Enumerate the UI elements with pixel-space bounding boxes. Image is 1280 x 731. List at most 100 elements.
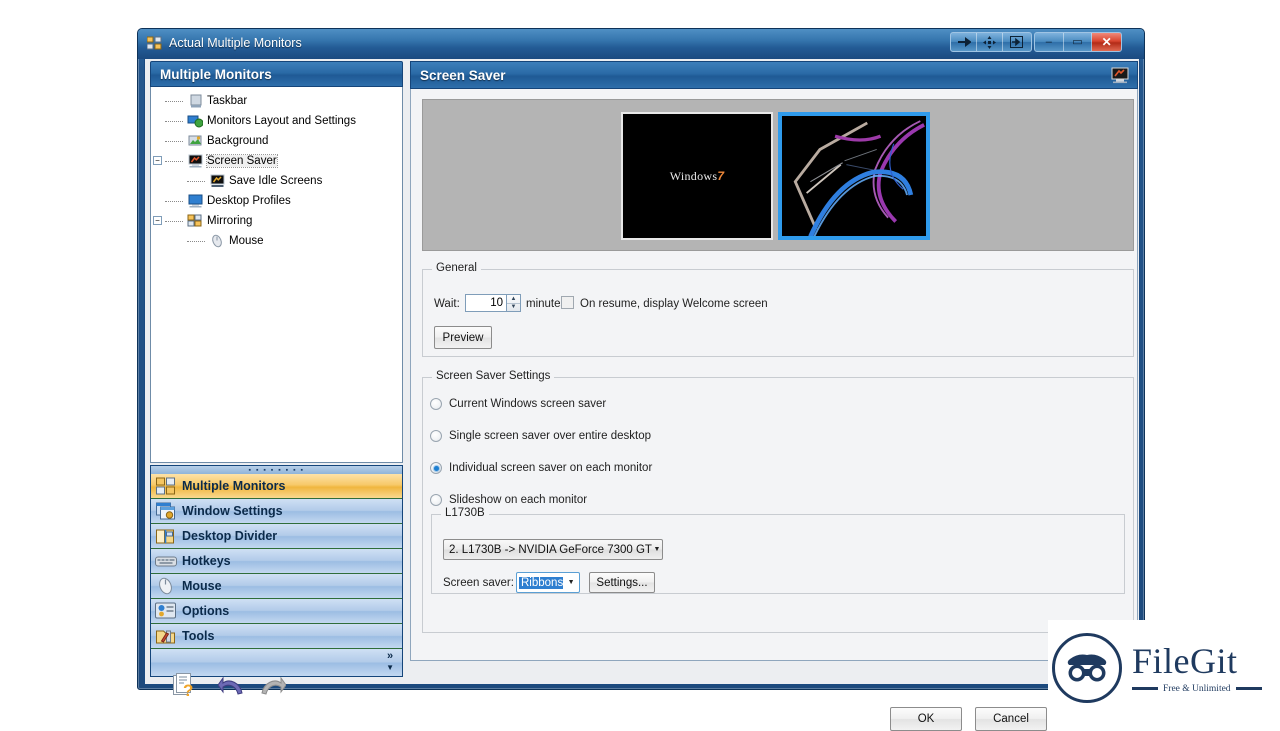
tree-connector	[187, 241, 205, 242]
wait-input[interactable]: 10	[465, 294, 507, 312]
radio-option-4[interactable]: Slideshow on each monitor	[430, 494, 587, 506]
title-bar: Actual Multiple Monitors	[138, 29, 1144, 59]
settings-button-label: Settings...	[596, 577, 647, 589]
tree-item-mirroring[interactable]: − Mirroring	[151, 213, 402, 229]
move-to-monitor-button[interactable]	[977, 33, 1003, 51]
welcome-screen-checkbox[interactable]	[561, 296, 574, 309]
chevron-down-icon: ▼	[652, 546, 662, 553]
help-icon[interactable]: ?	[173, 673, 195, 697]
sidebar-category-label: Mouse	[182, 579, 222, 593]
radio-button[interactable]	[430, 494, 442, 506]
sidebar-category-mouse[interactable]: Mouse	[151, 574, 402, 599]
tree-item-mouse[interactable]: Mouse	[151, 233, 402, 249]
watermark-text: FileGit Free & Unlimited	[1132, 643, 1262, 694]
welcome-screen-label[interactable]: On resume, display Welcome screen	[580, 298, 768, 310]
tree-item-save-idle-screens[interactable]: Save Idle Screens	[151, 173, 402, 189]
sidebar-header-label: Multiple Monitors	[160, 67, 272, 82]
tree-item-label: Save Idle Screens	[229, 175, 322, 187]
tree-item-desktop-profiles[interactable]: Desktop Profiles	[151, 193, 402, 209]
cancel-button[interactable]: Cancel	[975, 707, 1047, 731]
sidebar-resize-grip[interactable]: ▪ ▪ ▪ ▪ ▪ ▪ ▪ ▪	[150, 465, 403, 474]
radio-option-label: Individual screen saver on each monitor	[449, 462, 652, 474]
save-idle-screens-icon	[209, 174, 225, 188]
sidebar-category-multiple-monitors[interactable]: Multiple Monitors	[151, 474, 402, 499]
tree-item-taskbar[interactable]: Taskbar	[151, 93, 402, 109]
options-icon	[155, 602, 177, 620]
pin-to-top-button[interactable]	[951, 33, 977, 51]
desktop-profiles-icon	[187, 194, 203, 208]
preview-button[interactable]: Preview	[434, 326, 492, 349]
client-area: Multiple Monitors Taskbar Monitors Layout…	[144, 59, 1140, 685]
sidebar: Multiple Monitors Taskbar Monitors Layout…	[148, 61, 405, 661]
window-title: Actual Multiple Monitors	[169, 36, 302, 50]
radio-option-2[interactable]: Single screen saver over entire desktop	[430, 430, 651, 442]
tree-connector	[187, 181, 205, 182]
tree-item-screen-saver[interactable]: −Screen Saver	[151, 153, 402, 169]
standard-caption-buttons: – ▭ ✕	[1034, 32, 1122, 52]
tree-expander-minus[interactable]: −	[153, 156, 162, 165]
sidebar-category-desktop-divider[interactable]: Desktop Divider	[151, 524, 402, 549]
windows7-logo: Windows7	[670, 169, 725, 184]
general-groupbox-title: General	[432, 262, 481, 274]
radio-button[interactable]	[430, 462, 442, 474]
close-glyph: ✕	[1102, 36, 1112, 48]
settings-tree[interactable]: Taskbar Monitors Layout and Settings Backg…	[150, 87, 403, 463]
page-title: Screen Saver	[420, 68, 506, 83]
sidebar-category-window-settings[interactable]: Window Settings	[151, 499, 402, 524]
tree-expander-minus[interactable]: −	[153, 216, 162, 225]
radio-option-label: Single screen saver over entire desktop	[449, 430, 651, 442]
watermark-name: FileGit	[1132, 643, 1262, 679]
send-to-icon	[1010, 36, 1023, 48]
maximize-button[interactable]: ▭	[1064, 33, 1093, 51]
screen-saver-select-value: Ribbons	[519, 577, 563, 589]
monitor-groupbox: L1730B 2. L1730B -> NVIDIA GeForce 7300 …	[431, 514, 1125, 594]
sidebar-category-hotkeys[interactable]: Hotkeys	[151, 549, 402, 574]
ribbons-screensaver-preview	[782, 112, 926, 240]
watermark-logo-circle	[1052, 633, 1122, 703]
wait-stepper-up[interactable]: ▲	[507, 295, 520, 304]
watermark-rule-left	[1132, 687, 1158, 690]
tree-item-label: Desktop Profiles	[207, 195, 291, 207]
close-button[interactable]: ✕	[1092, 33, 1121, 51]
tree-item-label: Monitors Layout and Settings	[207, 115, 356, 127]
radio-option-3[interactable]: Individual screen saver on each monitor	[430, 462, 652, 474]
radio-button[interactable]	[430, 398, 442, 410]
multiple-monitors-icon	[155, 477, 177, 495]
radio-button[interactable]	[430, 430, 442, 442]
screen-saver-select[interactable]: Ribbons ▼	[516, 572, 580, 593]
ok-button[interactable]: OK	[890, 707, 962, 731]
mouse-icon	[209, 234, 225, 248]
tree-connector	[165, 161, 183, 162]
screen-saver-label: Screen saver:	[443, 577, 514, 589]
bottom-toolbar: ? OK Cancel	[148, 663, 1138, 683]
sidebar-category-tools[interactable]: Tools	[151, 624, 402, 649]
monitor-preview-1[interactable]: Windows7	[621, 112, 773, 240]
sidebar-category-options[interactable]: Options	[151, 599, 402, 624]
monitor-select[interactable]: 2. L1730B -> NVIDIA GeForce 7300 GT ▼	[443, 539, 663, 560]
sidebar-category-label: Desktop Divider	[182, 529, 277, 543]
wait-value: 10	[490, 297, 503, 309]
wait-stepper-down[interactable]: ▼	[507, 304, 520, 312]
tree-item-label: Mirroring	[207, 215, 252, 227]
radio-option-1[interactable]: Current Windows screen saver	[430, 398, 606, 410]
screen-saver-settings-groupbox: Screen Saver Settings Current Windows sc…	[422, 377, 1134, 633]
extra-caption-buttons	[950, 32, 1032, 52]
monitor-select-value: 2. L1730B -> NVIDIA GeForce 7300 GT	[444, 544, 652, 556]
watermark-tagline: Free & Unlimited	[1163, 684, 1231, 694]
tree-item-monitors-layout-and-settings[interactable]: Monitors Layout and Settings	[151, 113, 402, 129]
minimize-button[interactable]: –	[1035, 33, 1064, 51]
undo-icon[interactable]	[218, 677, 244, 695]
tree-item-background[interactable]: Background	[151, 133, 402, 149]
screen-saver-icon	[187, 154, 203, 168]
send-to-monitor-button[interactable]	[1003, 33, 1029, 51]
watermark-rule-right	[1236, 687, 1262, 690]
screen-saver-icon	[1111, 67, 1129, 84]
monitor-preview-2[interactable]	[778, 112, 930, 240]
monitors-layout-icon	[187, 114, 203, 128]
desktop-background: Actual Multiple Monitors	[0, 0, 1280, 720]
screen-saver-settings-button[interactable]: Settings...	[589, 572, 655, 593]
tools-icon	[155, 627, 177, 645]
filegit-watermark: FileGit Free & Unlimited	[1048, 620, 1280, 716]
wait-stepper[interactable]: ▲ ▼	[507, 294, 521, 312]
redo-icon[interactable]	[260, 677, 286, 695]
